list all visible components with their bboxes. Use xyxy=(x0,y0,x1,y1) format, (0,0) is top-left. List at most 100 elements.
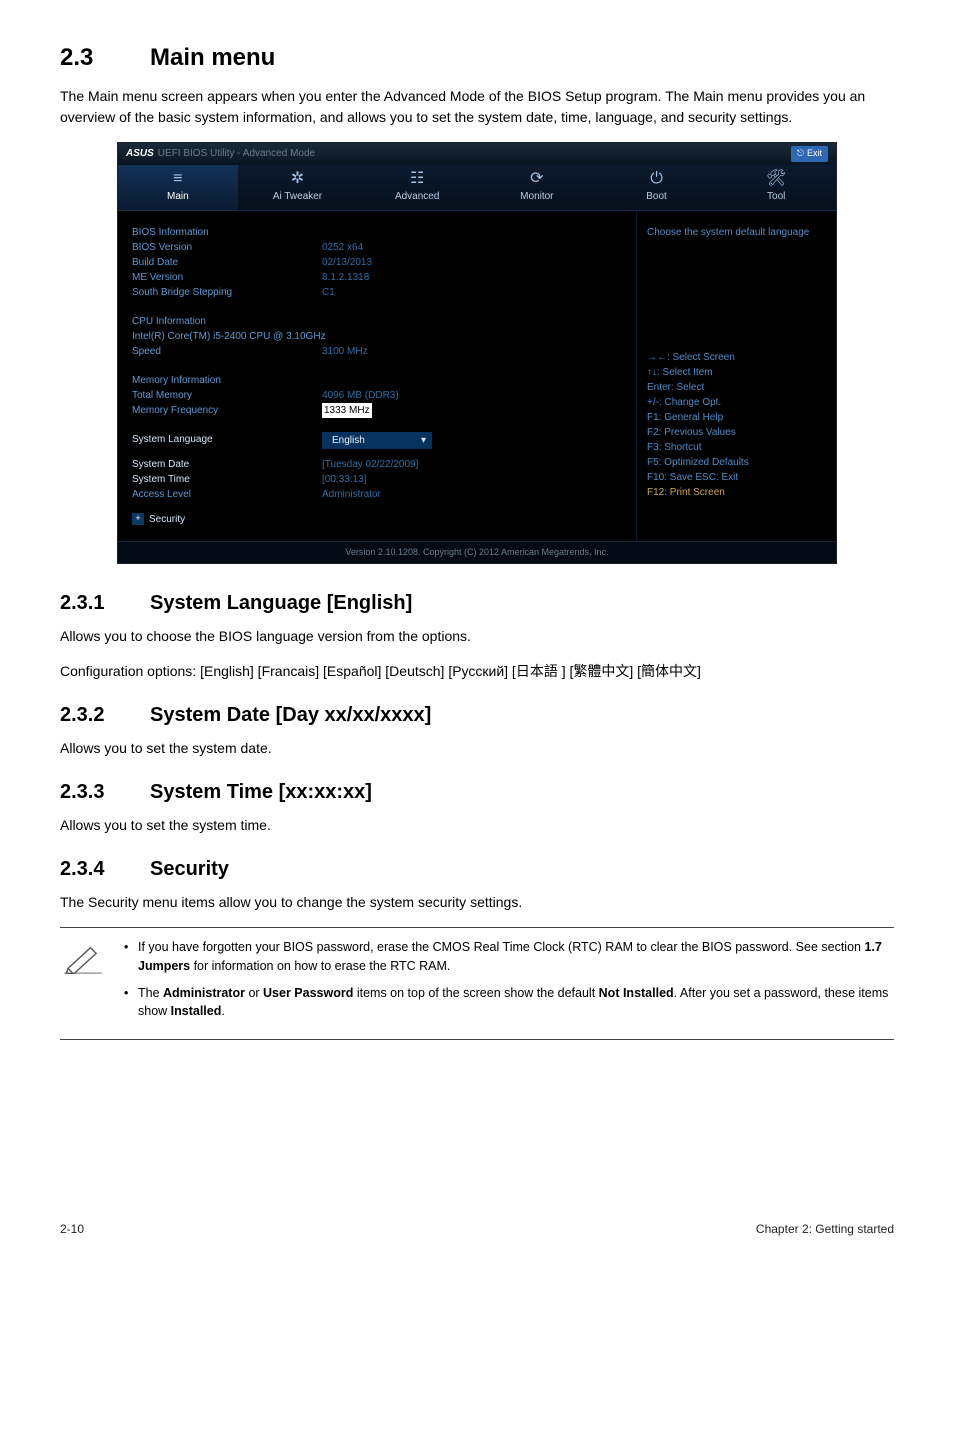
hotkey: +/-: Change Opt. xyxy=(647,395,826,410)
section-title: Main menu xyxy=(150,44,275,71)
tab-ai-tweaker[interactable]: ✲ Ai Tweaker xyxy=(238,165,358,210)
tab-label: Tool xyxy=(767,189,785,204)
system-time-row[interactable]: System Time[00:33:13] xyxy=(132,472,622,487)
bios-brand: ASUS xyxy=(126,146,154,161)
sub-num: 2.3.1 xyxy=(60,588,150,618)
info-row: South Bridge SteppingC1 xyxy=(132,285,622,300)
sub-title: System Language [English] xyxy=(150,592,412,614)
info-row: Memory Frequency1333 MHz xyxy=(132,403,622,418)
bios-right-panel: Choose the system default language →←: S… xyxy=(636,211,836,541)
note-text: for information on how to erase the RTC … xyxy=(190,959,450,973)
tab-label: Monitor xyxy=(520,189,553,204)
sysdate-value: [Tuesday 02/22/2009] xyxy=(322,457,418,472)
info-row: ME Version8.1.2.1318 xyxy=(132,270,622,285)
info-label: Memory Frequency xyxy=(132,403,322,418)
tab-main[interactable]: ≡ Main xyxy=(118,165,238,210)
info-value: 3100 MHz xyxy=(322,344,368,359)
boot-icon: ⏻ xyxy=(650,171,663,187)
note-text: items on top of the screen show the defa… xyxy=(353,986,598,1000)
info-value: 0252 x64 xyxy=(322,240,363,255)
page-footer: 2-10 Chapter 2: Getting started xyxy=(60,1220,894,1238)
note-bold: Not Installed xyxy=(599,986,674,1000)
tab-label: Advanced xyxy=(395,189,439,204)
subheading-231: 2.3.1System Language [English] xyxy=(60,588,894,618)
ai-tweaker-icon: ✲ xyxy=(291,171,304,187)
hotkey: F12: Print Screen xyxy=(647,485,826,500)
access-level-row: Access LevelAdministrator xyxy=(132,487,622,502)
system-language-row[interactable]: System Language English xyxy=(132,432,622,449)
hotkey: F2: Previous Values xyxy=(647,425,826,440)
bios-title: UEFI BIOS Utility - Advanced Mode xyxy=(158,146,315,161)
tool-icon: 🛠 xyxy=(766,171,786,187)
system-date-row[interactable]: System Date[Tuesday 02/22/2009] xyxy=(132,457,622,472)
systime-label: System Time xyxy=(132,472,322,487)
note-bold: User Password xyxy=(263,986,353,1000)
note-item: If you have forgotten your BIOS password… xyxy=(124,938,894,976)
cpu-info-block: CPU Information Intel(R) Core(TM) i5-240… xyxy=(132,314,622,359)
sub-title: Security xyxy=(150,858,229,880)
tab-monitor[interactable]: ⟳ Monitor xyxy=(477,165,597,210)
bios-footer: Version 2.10.1208. Copyright (C) 2012 Am… xyxy=(118,541,836,564)
section-heading: 2.3Main menu xyxy=(60,40,894,76)
sub-title: System Time [xx:xx:xx] xyxy=(150,781,372,803)
syslang-dropdown[interactable]: English xyxy=(322,432,432,449)
hotkey-list: →←: Select Screen ↑↓: Select Item Enter:… xyxy=(647,350,826,500)
bios-titlebar: ASUS UEFI BIOS Utility - Advanced Mode ⎋… xyxy=(118,143,836,165)
cpu-model: Intel(R) Core(TM) i5-2400 CPU @ 3.10GHz xyxy=(132,329,622,344)
info-label: South Bridge Stepping xyxy=(132,285,322,300)
info-value: 8.1.2.1318 xyxy=(322,270,369,285)
info-row: Total Memory4096 MB (DDR3) xyxy=(132,388,622,403)
page-number: 2-10 xyxy=(60,1220,84,1238)
pencil-icon xyxy=(60,938,106,980)
note-text: . xyxy=(221,1004,224,1018)
bios-tab-bar: ≡ Main ✲ Ai Tweaker ☷ Advanced ⟳ Monitor… xyxy=(118,165,836,211)
memory-info-block: Memory Information Total Memory4096 MB (… xyxy=(132,373,622,418)
subheading-234: 2.3.4Security xyxy=(60,854,894,884)
access-label: Access Level xyxy=(132,487,322,502)
tab-label: Main xyxy=(167,189,189,204)
section-number: 2.3 xyxy=(60,40,150,76)
bios-body: BIOS Information BIOS Version0252 x64 Bu… xyxy=(118,211,836,541)
monitor-icon: ⟳ xyxy=(530,171,543,187)
block-header: CPU Information xyxy=(132,314,622,329)
info-value: C1 xyxy=(322,285,335,300)
chapter-label: Chapter 2: Getting started xyxy=(756,1220,894,1238)
access-value: Administrator xyxy=(322,487,381,502)
bios-left-panel: BIOS Information BIOS Version0252 x64 Bu… xyxy=(118,211,636,541)
paragraph: Allows you to set the system time. xyxy=(60,815,894,836)
tab-tool[interactable]: 🛠 Tool xyxy=(716,165,836,210)
exit-icon: ⎋ xyxy=(797,147,804,161)
exit-button[interactable]: ⎋ Exit xyxy=(791,146,828,162)
intro-paragraph: The Main menu screen appears when you en… xyxy=(60,86,894,128)
note-block: If you have forgotten your BIOS password… xyxy=(60,927,894,1040)
info-row: Speed3100 MHz xyxy=(132,344,622,359)
hotkey: F3: Shortcut xyxy=(647,440,826,455)
note-text: The xyxy=(138,986,163,1000)
note-text: If you have forgotten your BIOS password… xyxy=(138,940,864,954)
advanced-icon: ☷ xyxy=(410,171,424,187)
sub-num: 2.3.2 xyxy=(60,700,150,730)
paragraph: Configuration options: [English] [Franca… xyxy=(60,661,894,682)
tab-advanced[interactable]: ☷ Advanced xyxy=(357,165,477,210)
info-label: Speed xyxy=(132,344,322,359)
plus-icon: + xyxy=(132,513,144,525)
block-header: BIOS Information xyxy=(132,225,622,240)
security-expander[interactable]: + Security xyxy=(132,512,622,527)
paragraph: The Security menu items allow you to cha… xyxy=(60,892,894,913)
info-value: 4096 MB (DDR3) xyxy=(322,388,399,403)
hotkey: ↑↓: Select Item xyxy=(647,365,826,380)
systime-value: [00:33:13] xyxy=(322,472,366,487)
info-label: Build Date xyxy=(132,255,322,270)
tab-boot[interactable]: ⏻ Boot xyxy=(597,165,717,210)
block-header: Memory Information xyxy=(132,373,622,388)
hotkey: F5: Optimized Defaults xyxy=(647,455,826,470)
paragraph: Allows you to set the system date. xyxy=(60,738,894,759)
option-description: Choose the system default language xyxy=(647,225,826,240)
note-item: The Administrator or User Password items… xyxy=(124,984,894,1022)
sub-num: 2.3.3 xyxy=(60,777,150,807)
info-row: BIOS Version0252 x64 xyxy=(132,240,622,255)
main-icon: ≡ xyxy=(173,171,182,187)
hotkey: →←: Select Screen xyxy=(647,350,826,365)
tab-label: Boot xyxy=(646,189,667,204)
info-label: Total Memory xyxy=(132,388,322,403)
